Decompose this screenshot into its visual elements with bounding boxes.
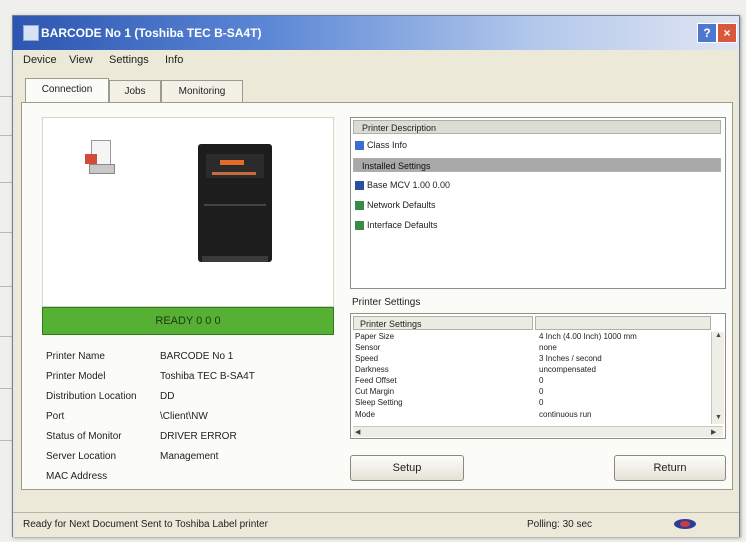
menu-device[interactable]: Device [23,54,57,66]
setting-value: 0 [539,376,544,385]
settings-row[interactable]: Sensor none [355,343,557,352]
setting-name: Feed Offset [355,376,397,385]
interface-icon [355,221,364,231]
info-icon [355,141,364,151]
info-label: Distribution Location [46,391,137,402]
settings-row[interactable]: Mode continuous run [355,410,591,419]
status-indicator: READY 0 0 0 [42,307,334,335]
setting-name: Speed [355,354,379,363]
list-item[interactable]: Base MCV 1.00 0.00 [355,178,450,192]
app-icon [23,25,39,41]
menu-view[interactable]: View [69,54,93,66]
info-label: Status of Monitor [46,431,122,442]
setting-name: Mode [355,410,376,419]
printer-image-box [42,117,334,307]
document-icon [85,140,115,174]
setting-value: uncompensated [539,365,596,374]
printer-image [198,144,272,262]
list-item-label: Base MCV 1.00 0.00 [367,180,451,190]
settings-row[interactable]: Paper Size 4 Inch (4.00 Inch) 1000 mm [355,332,637,341]
info-label: Printer Name [46,351,105,362]
menu-bar: Device View Settings Info [13,50,739,72]
list-subheader[interactable]: Installed Settings [353,158,721,172]
settings-row[interactable]: Speed 3 Inches / second [355,354,602,363]
printer-description-list[interactable]: Printer Description Class Info Installed… [350,117,726,289]
setting-name: Darkness [355,365,389,374]
status-bar-message: Ready for Next Document Sent to Toshiba … [23,519,268,530]
title-bar[interactable]: BARCODE No 1 (Toshiba TEC B-SA4T) ? × [13,16,739,50]
list-item[interactable]: Class Info [355,138,407,152]
printer-settings-label: Printer Settings [352,297,421,308]
info-label: MAC Address [46,471,108,482]
setting-value: 3 Inches / second [539,354,602,363]
setting-value: 0 [539,387,544,396]
info-value: \Client\NW [160,411,208,422]
settings-row[interactable]: Cut Margin 0 [355,387,543,396]
list-item-label: Interface Defaults [367,220,438,230]
vertical-scrollbar[interactable]: ▲ ▼ [711,332,724,424]
setting-name: Sensor [355,343,381,352]
info-label: Port [46,411,65,422]
return-button[interactable]: Return [614,455,726,481]
tab-monitoring[interactable]: Monitoring [161,80,243,103]
network-icon [355,201,364,211]
printer-settings-grid[interactable]: Printer Settings Paper Size 4 Inch (4.00… [350,313,726,439]
scroll-right-icon[interactable]: ▶ [711,428,716,436]
status-bar: Ready for Next Document Sent to Toshiba … [13,512,739,537]
chip-icon [355,181,364,191]
list-header: Printer Description [353,120,721,134]
scroll-left-icon[interactable]: ◀ [355,428,360,436]
setting-value: continuous run [539,410,592,419]
tab-connection[interactable]: Connection [25,78,109,104]
settings-row[interactable]: Sleep Setting 0 [355,398,543,407]
setting-value: none [539,343,557,352]
list-item[interactable]: Interface Defaults [355,218,438,232]
settings-row[interactable]: Feed Offset 0 [355,376,543,385]
polling-status: Polling: 30 sec [527,519,593,530]
info-value: DD [160,391,175,402]
info-value: BARCODE No 1 [160,351,234,362]
list-item[interactable]: Network Defaults [355,198,436,212]
window-title: BARCODE No 1 (Toshiba TEC B-SA4T) [41,26,262,40]
network-activity-icon [674,519,696,529]
scroll-down-icon[interactable]: ▼ [715,414,722,421]
info-value: Management [160,451,219,462]
menu-settings[interactable]: Settings [109,54,149,66]
setting-name: Cut Margin [355,387,395,396]
menu-info[interactable]: Info [165,54,183,66]
info-label: Printer Model [46,371,106,382]
info-label: Server Location [46,451,117,462]
horizontal-scrollbar[interactable]: ◀ ▶ [353,426,723,437]
close-button[interactable]: × [717,23,737,43]
settings-column-header[interactable]: Printer Settings [353,316,533,330]
settings-row[interactable]: Darkness uncompensated [355,365,596,374]
help-button[interactable]: ? [697,23,717,43]
setup-button[interactable]: Setup [350,455,464,481]
tab-panel: READY 0 0 0 Printer Name BARCODE No 1 Pr… [21,102,733,490]
list-item-label: Network Defaults [367,200,436,210]
list-item-label: Class Info [367,140,408,150]
setting-value: 4 Inch (4.00 Inch) 1000 mm [539,332,637,341]
info-value: DRIVER ERROR [160,431,237,442]
settings-column-header-value[interactable] [535,316,711,330]
setting-name: Sleep Setting [355,398,403,407]
setting-name: Paper Size [355,332,395,341]
printer-window: BARCODE No 1 (Toshiba TEC B-SA4T) ? × De… [12,15,740,537]
tab-jobs[interactable]: Jobs [109,80,161,103]
info-value: Toshiba TEC B-SA4T [160,371,255,382]
setting-value: 0 [539,398,544,407]
scroll-up-icon[interactable]: ▲ [715,332,722,339]
